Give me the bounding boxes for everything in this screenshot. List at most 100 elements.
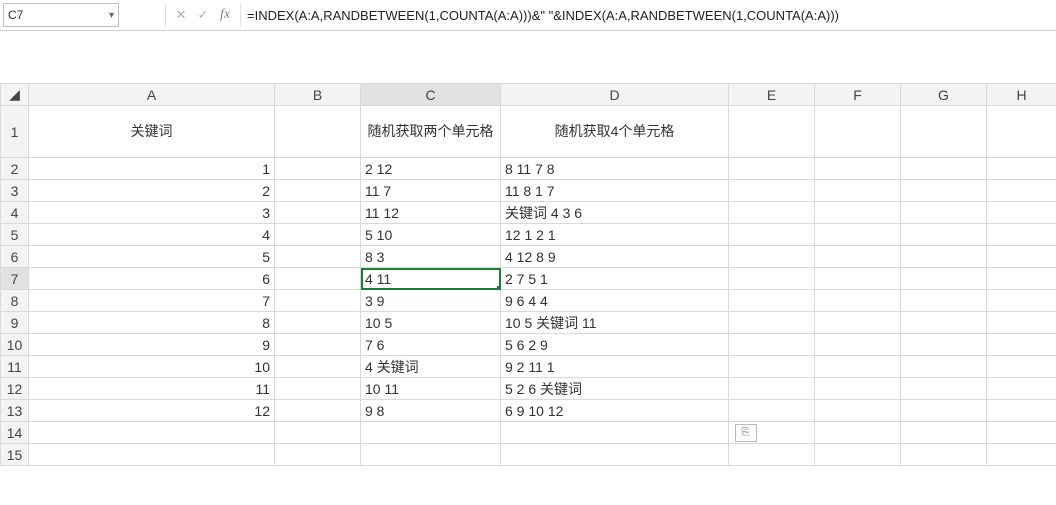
col-header-A[interactable]: A: [29, 84, 275, 106]
cell-G12[interactable]: [901, 378, 987, 400]
cell-G15[interactable]: [901, 444, 987, 466]
cell-A8[interactable]: 7: [29, 290, 275, 312]
cell-F3[interactable]: [815, 180, 901, 202]
cell-E10[interactable]: [729, 334, 815, 356]
cell-F15[interactable]: [815, 444, 901, 466]
col-header-C[interactable]: C: [361, 84, 501, 106]
cell-C15[interactable]: [361, 444, 501, 466]
cell-E8[interactable]: [729, 290, 815, 312]
cell-H5[interactable]: [987, 224, 1056, 246]
cell-C14[interactable]: [361, 422, 501, 444]
cell-H6[interactable]: [987, 246, 1056, 268]
cell-H3[interactable]: [987, 180, 1056, 202]
cell-D10[interactable]: 5 6 2 9: [501, 334, 729, 356]
cell-D6[interactable]: 4 12 8 9: [501, 246, 729, 268]
cell-C10[interactable]: 7 6: [361, 334, 501, 356]
col-header-H[interactable]: H: [987, 84, 1056, 106]
cell-H13[interactable]: [987, 400, 1056, 422]
row-header[interactable]: 5: [1, 224, 29, 246]
cell-D11[interactable]: 9 2 11 1: [501, 356, 729, 378]
cell-B7[interactable]: [275, 268, 361, 290]
row-header[interactable]: 9: [1, 312, 29, 334]
cell-G2[interactable]: [901, 158, 987, 180]
cell-D2[interactable]: 8 11 7 8: [501, 158, 729, 180]
cell-A3[interactable]: 2: [29, 180, 275, 202]
cell-B9[interactable]: [275, 312, 361, 334]
cell-G14[interactable]: [901, 422, 987, 444]
col-header-B[interactable]: B: [275, 84, 361, 106]
cell-C3[interactable]: 11 7: [361, 180, 501, 202]
cell-B4[interactable]: [275, 202, 361, 224]
cell-A2[interactable]: 1: [29, 158, 275, 180]
cell-H2[interactable]: [987, 158, 1056, 180]
cell-B1[interactable]: [275, 106, 361, 158]
cell-F11[interactable]: [815, 356, 901, 378]
cell-C7[interactable]: 4 11: [361, 268, 501, 290]
cell-G7[interactable]: [901, 268, 987, 290]
cell-E6[interactable]: [729, 246, 815, 268]
cell-H12[interactable]: [987, 378, 1056, 400]
cell-F7[interactable]: [815, 268, 901, 290]
cell-D9[interactable]: 10 5 关键词 11: [501, 312, 729, 334]
cell-B12[interactable]: [275, 378, 361, 400]
accept-formula-button[interactable]: ✓: [192, 4, 214, 26]
cell-H14[interactable]: [987, 422, 1056, 444]
cell-F13[interactable]: [815, 400, 901, 422]
col-header-D[interactable]: D: [501, 84, 729, 106]
name-box-dropdown-icon[interactable]: ▾: [109, 10, 114, 21]
cell-B8[interactable]: [275, 290, 361, 312]
formula-input[interactable]: =INDEX(A:A,RANDBETWEEN(1,COUNTA(A:A)))&"…: [241, 4, 1056, 26]
cell-H11[interactable]: [987, 356, 1056, 378]
cell-A7[interactable]: 6: [29, 268, 275, 290]
cell-H1[interactable]: [987, 106, 1056, 158]
cell-A12[interactable]: 11: [29, 378, 275, 400]
cell-G4[interactable]: [901, 202, 987, 224]
cell-E13[interactable]: [729, 400, 815, 422]
cell-D7[interactable]: 2 7 5 1: [501, 268, 729, 290]
cell-E9[interactable]: [729, 312, 815, 334]
cell-C5[interactable]: 5 10: [361, 224, 501, 246]
cell-D4[interactable]: 关键词 4 3 6: [501, 202, 729, 224]
cell-D13[interactable]: 6 9 10 12: [501, 400, 729, 422]
row-header[interactable]: 11: [1, 356, 29, 378]
cell-F1[interactable]: [815, 106, 901, 158]
cell-A15[interactable]: [29, 444, 275, 466]
spreadsheet-grid[interactable]: ◢ A B C D E F G H 1关键词随机获取两个单元格随机获取4个单元格…: [0, 83, 1056, 466]
insert-function-button[interactable]: fx: [214, 4, 236, 26]
cell-F5[interactable]: [815, 224, 901, 246]
col-header-F[interactable]: F: [815, 84, 901, 106]
cell-D15[interactable]: [501, 444, 729, 466]
cell-A9[interactable]: 8: [29, 312, 275, 334]
cell-H4[interactable]: [987, 202, 1056, 224]
cell-D3[interactable]: 11 8 1 7: [501, 180, 729, 202]
cell-E15[interactable]: [729, 444, 815, 466]
cell-G10[interactable]: [901, 334, 987, 356]
row-header[interactable]: 13: [1, 400, 29, 422]
cell-B6[interactable]: [275, 246, 361, 268]
cell-G6[interactable]: [901, 246, 987, 268]
col-header-E[interactable]: E: [729, 84, 815, 106]
cell-A5[interactable]: 4: [29, 224, 275, 246]
cell-B3[interactable]: [275, 180, 361, 202]
cell-B11[interactable]: [275, 356, 361, 378]
cell-D12[interactable]: 5 2 6 关键词: [501, 378, 729, 400]
cancel-formula-button[interactable]: ✕: [170, 4, 192, 26]
cell-B13[interactable]: [275, 400, 361, 422]
cell-C2[interactable]: 2 12: [361, 158, 501, 180]
cell-F12[interactable]: [815, 378, 901, 400]
cell-D1[interactable]: 随机获取4个单元格: [501, 106, 729, 158]
row-header[interactable]: 4: [1, 202, 29, 224]
cell-F9[interactable]: [815, 312, 901, 334]
cell-E11[interactable]: [729, 356, 815, 378]
row-header[interactable]: 1: [1, 106, 29, 158]
cell-G1[interactable]: [901, 106, 987, 158]
cell-E3[interactable]: [729, 180, 815, 202]
cell-H7[interactable]: [987, 268, 1056, 290]
cell-A11[interactable]: 10: [29, 356, 275, 378]
cell-E4[interactable]: [729, 202, 815, 224]
row-header[interactable]: 2: [1, 158, 29, 180]
row-header[interactable]: 8: [1, 290, 29, 312]
cell-G3[interactable]: [901, 180, 987, 202]
select-all-corner[interactable]: ◢: [1, 84, 29, 106]
cell-B2[interactable]: [275, 158, 361, 180]
